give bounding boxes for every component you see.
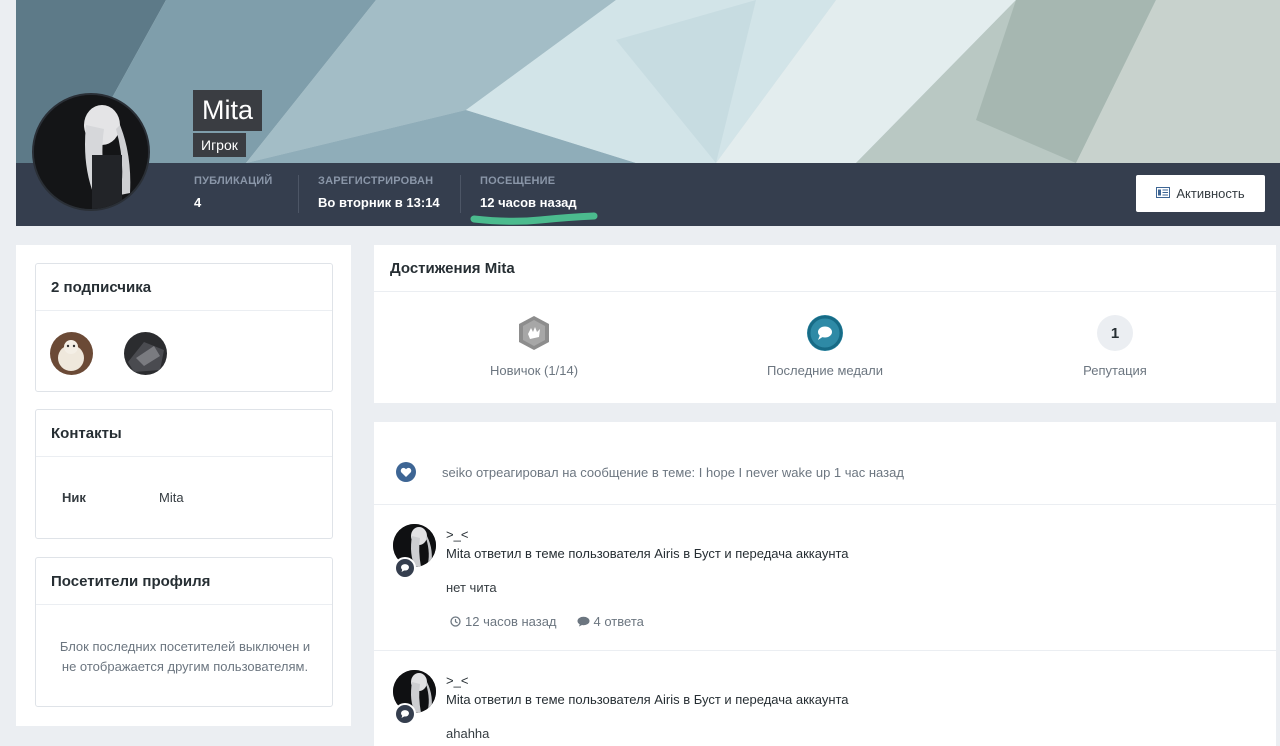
achievement-reputation-label: Репутация — [1083, 363, 1147, 378]
post-replies-text: 4 ответа — [593, 614, 644, 629]
activity-button[interactable]: Активность — [1136, 175, 1265, 212]
achievements-title: Достижения Mita — [374, 245, 1276, 292]
achievement-reputation[interactable]: 1 Репутация — [1015, 315, 1215, 378]
post-time[interactable]: 12 часов назад — [450, 614, 557, 629]
contacts-widget: Контакты Ник Mita — [35, 409, 333, 539]
followers-title: 2 подписчика — [36, 264, 332, 311]
post-body: нет чита — [446, 580, 497, 595]
profile-name: Mita — [193, 90, 263, 131]
contact-label: Ник — [62, 490, 86, 505]
stat-posts-value: 4 — [194, 195, 202, 210]
post-body: ahahha — [446, 726, 490, 741]
feed-post: >_< Mita ответил в теме пользователя Air… — [374, 504, 1276, 650]
stat-posts-label: ПУБЛИКАЦИЙ — [194, 175, 273, 187]
followers-widget: 2 подписчика — [35, 263, 333, 392]
reply-icon — [394, 557, 416, 579]
stat-last-visit-label: ПОСЕЩЕНИЕ — [480, 175, 556, 187]
profile-avatar[interactable] — [32, 93, 150, 211]
post-replies[interactable]: 4 ответа — [577, 614, 644, 629]
reaction-text[interactable]: seiko отреагировал на сообщение в теме: … — [442, 465, 904, 480]
stat-divider — [460, 175, 461, 213]
feed-post: >_< Mita ответил в теме пользователя Air… — [374, 650, 1276, 746]
post-time-text: 12 часов назад — [465, 614, 557, 629]
post-meta: 12 часов назад 4 ответа — [450, 614, 644, 629]
contact-value: Mita — [159, 490, 184, 505]
stat-registered-value: Во вторник в 13:14 — [318, 195, 440, 210]
stat-registered: ЗАРЕГИСТРИРОВАН Во вторник в 13:14 — [318, 175, 440, 210]
activity-feed: seiko отреагировал на сообщение в теме: … — [374, 422, 1276, 746]
achievement-rank[interactable]: Новичок (1/14) — [434, 315, 634, 378]
achievement-medals[interactable]: Последние медали — [725, 315, 925, 378]
stat-divider — [298, 175, 299, 213]
visitors-title: Посетители профиля — [36, 558, 332, 605]
activity-button-label: Активность — [1176, 186, 1245, 201]
post-description[interactable]: Mita ответил в теме пользователя Airis в… — [446, 692, 849, 707]
post-title[interactable]: >_< — [446, 673, 468, 688]
reputation-value: 1 — [1097, 315, 1133, 351]
rank-badge-icon — [516, 315, 552, 351]
activity-icon — [1156, 186, 1171, 201]
achievement-rank-label: Новичок (1/14) — [489, 363, 579, 378]
stat-last-visit: ПОСЕЩЕНИЕ 12 часов назад — [480, 175, 577, 210]
follower-avatar[interactable] — [50, 332, 93, 375]
contacts-title: Контакты — [36, 410, 332, 457]
post-title[interactable]: >_< — [446, 527, 468, 542]
post-description[interactable]: Mita ответил в теме пользователя Airis в… — [446, 546, 849, 561]
visitors-disabled-text: Блок последних посетителей выключен и не… — [59, 639, 311, 674]
comment-icon — [577, 616, 590, 627]
heart-icon — [396, 462, 416, 482]
chat-bubble-icon — [807, 315, 843, 351]
reply-icon — [394, 703, 416, 725]
achievement-medals-label: Последние медали — [766, 363, 884, 378]
stat-posts: ПУБЛИКАЦИЙ 4 — [194, 175, 273, 210]
follower-avatar[interactable] — [124, 332, 167, 375]
achievements-panel: Достижения Mita Новичок (1/14) Последние… — [374, 245, 1276, 403]
stat-last-visit-value: 12 часов назад — [480, 195, 577, 210]
clock-icon — [450, 616, 461, 627]
profile-role: Игрок — [193, 133, 246, 157]
highlight-scribble — [470, 212, 598, 225]
visitors-widget: Посетители профиля Блок последних посети… — [35, 557, 333, 707]
stat-registered-label: ЗАРЕГИСТРИРОВАН — [318, 175, 434, 187]
